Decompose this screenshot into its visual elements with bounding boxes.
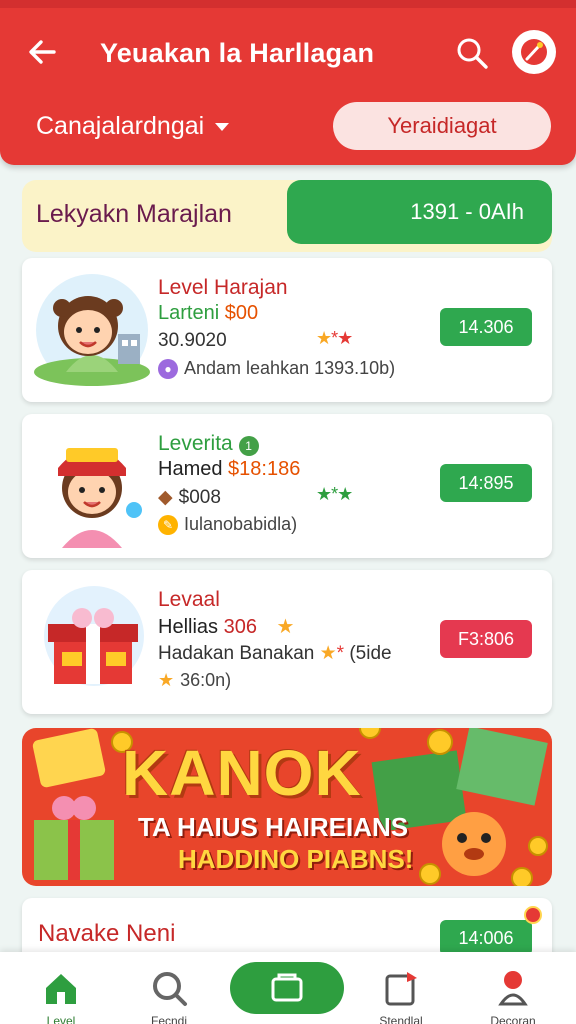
wallet-icon [271, 973, 303, 1002]
search-icon [457, 38, 488, 69]
rating-stars: ★*★ [316, 484, 353, 504]
profile-button[interactable] [512, 30, 556, 74]
nav-center-button[interactable] [230, 962, 344, 1014]
card-title: Leverita 1 [158, 432, 259, 456]
card-detail-text: $008 [178, 486, 221, 508]
user-profile-icon [521, 39, 547, 65]
bottom-nav: Level Fecndi Stendlal Decoran [0, 952, 576, 1024]
card-subtitle: Hellias 306 ★ [158, 614, 294, 639]
card-subtitle-text: Hamed [158, 458, 229, 480]
rating-stars: ★*★ [316, 328, 353, 348]
card-title: Level Harajan [158, 276, 288, 299]
promo-strip-label: Lekyakn Marajlan [36, 200, 232, 228]
nav-item-schedule[interactable]: Stendlal [356, 960, 446, 1024]
nav-label: Stendlal [379, 1014, 423, 1024]
card-footnote-text: Iulanobabidla) [184, 514, 298, 534]
girl-avatar-illustration [32, 268, 158, 392]
category-dropdown[interactable]: Canajalardngai [36, 112, 230, 141]
nav-item-profile[interactable]: Decoran [468, 960, 558, 1024]
card-footnote-text: Andam leahkan 1393.10b) [184, 358, 396, 378]
star-icon: ★ [319, 643, 337, 664]
card-subtitle-amount: 306 [223, 616, 257, 638]
card-detail-text: Hadakan Banakan [158, 643, 315, 664]
list-item[interactable]: Level Harajan Larteni $00 30.9020 ★*★ ● … [22, 258, 552, 402]
status-bar [0, 0, 576, 8]
bread-icon: ◆ [158, 487, 173, 508]
price-button[interactable]: 14.306 [440, 308, 532, 346]
caret-down-icon [215, 122, 230, 131]
card-subtitle-amount: $18:186 [228, 458, 301, 480]
user-alert-icon [498, 971, 528, 1006]
dropdown-label: Canajalardngai [36, 112, 205, 140]
promo-banner[interactable]: KANOK TA HAIUS HAIREIANS HADDINO PIABNS! [22, 728, 552, 886]
card-subtitle: Larteni $00 [158, 302, 258, 325]
star-icon: * [336, 643, 345, 664]
check-badge-icon: 1 [238, 436, 259, 456]
nav-item-level[interactable]: Level [16, 960, 106, 1024]
ticket-icon: ✎ [158, 514, 178, 535]
header-pill-button[interactable]: Yeraidiagat [333, 102, 551, 150]
search-button[interactable] [452, 33, 492, 73]
price-button[interactable]: 14:006 [440, 920, 532, 956]
nav-item-search[interactable]: Fecndi [124, 960, 214, 1024]
card-detail: Hadakan Banakan ★* (5ide [158, 642, 392, 665]
card-footnote: ● Andam leahkan 1393.10b) [158, 358, 395, 379]
price-button[interactable]: 14:895 [440, 464, 532, 502]
page-title: Yeuakan la Harllagan [100, 38, 375, 68]
search-icon [153, 972, 187, 1006]
card-detail: ◆ $008 [158, 486, 221, 509]
list-item[interactable]: Levaal Hellias 306 ★ Hadakan Banakan ★* … [22, 570, 552, 714]
card-subtitle: Hamed $18:186 [158, 458, 300, 481]
nav-label: Decoran [490, 1014, 536, 1024]
card-footnote-text: 36:0n) [180, 670, 232, 690]
card-title: Navake Neni [38, 920, 176, 947]
coin-icon: ● [158, 358, 178, 379]
gift-box-illustration [32, 580, 158, 704]
promo-strip[interactable]: Lekyakn Marajlan 1391 - 0AIh [22, 180, 552, 252]
card-subtitle-text: Larteni [158, 302, 225, 324]
promo-strip-value[interactable]: 1391 - 0AIh [287, 180, 552, 244]
banner-subtitle-2: HADDINO PIABNS! [178, 844, 414, 874]
star-icon: ★ [158, 670, 175, 690]
arrow-left-icon [29, 40, 56, 64]
card-title: Levaal [158, 588, 220, 611]
calendar-flag-icon [385, 972, 417, 1006]
list-item[interactable]: Leverita 1 Hamed $18:186 ◆ $008 ★*★ ✎ Iu… [22, 414, 552, 558]
card-title-text: Leverita [158, 432, 233, 455]
nav-label: Level [46, 1014, 76, 1024]
banner-subtitle: TA HAIUS HAIREIANS [138, 812, 409, 842]
price-button[interactable]: F3:806 [440, 620, 532, 658]
nav-label: Fecndi [150, 1014, 188, 1024]
card-footnote: ✎ Iulanobabidla) [158, 514, 297, 535]
app-header: Yeuakan la Harllagan Canajalardngai Yera… [0, 0, 576, 165]
card-footnote: ★ 36:0n) [158, 670, 231, 691]
star-icon: ★ [276, 616, 295, 638]
card-subtitle-amount: $00 [224, 302, 259, 324]
girl-cap-illustration [32, 424, 158, 548]
card-subtitle-text: Hellias [158, 616, 224, 638]
notification-badge [524, 906, 542, 924]
home-icon [46, 974, 76, 1004]
card-detail-tail: (5ide [349, 643, 392, 664]
card-detail: 30.9020 [158, 330, 227, 351]
back-button[interactable] [24, 33, 62, 71]
banner-title: KANOK [122, 737, 362, 809]
